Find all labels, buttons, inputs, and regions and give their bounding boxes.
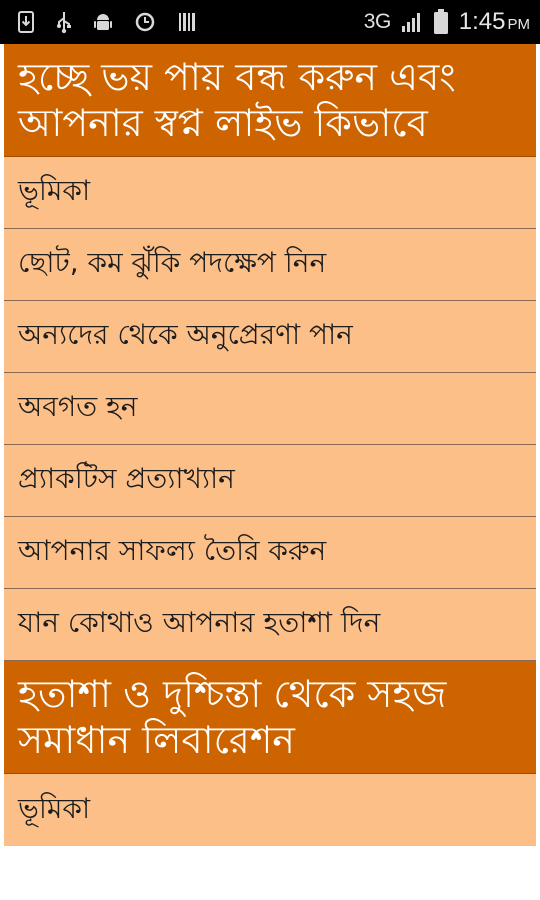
download-icon [18,11,34,33]
sync-icon [134,11,156,33]
clock-ampm: PM [507,16,531,33]
list-item[interactable]: ভূমিকা [4,157,536,229]
signal-icon [401,11,423,33]
notification-icons [18,10,196,34]
list-item[interactable]: যান কোথাও আপনার হতাশা দিন [4,589,536,661]
list-item[interactable]: অবগত হন [4,373,536,445]
clock: 1:45 PM [459,8,530,36]
barcode-icon [178,12,196,32]
section-header-2[interactable]: হতাশা ও দুশ্চিন্তা থেকে সহজ সমাধান লিবার… [4,661,536,774]
status-bar: 3G 1:45 PM [0,0,540,44]
list-item[interactable]: ছোট, কম ঝুঁকি পদক্ষেপ নিন [4,229,536,301]
android-icon [94,11,112,33]
network-type: 3G [363,10,392,33]
usb-icon [56,10,72,34]
system-indicators: 3G 1:45 PM [364,8,530,36]
topic-list: হচ্ছে ভয় পায় বন্ধ করুন এবং আপনার স্বপ্… [4,44,536,846]
battery-icon [433,9,449,35]
list-item[interactable]: ভূমিকা [4,774,536,846]
list-item[interactable]: আপনার সাফল্য তৈরি করুন [4,517,536,589]
clock-time: 1:45 [458,8,506,35]
list-item[interactable]: প্র্যাকটিস প্রত্যাখ্যান [4,445,536,517]
section-header-1[interactable]: হচ্ছে ভয় পায় বন্ধ করুন এবং আপনার স্বপ্… [4,44,536,157]
list-item[interactable]: অন্যদের থেকে অনুপ্রেরণা পান [4,301,536,373]
